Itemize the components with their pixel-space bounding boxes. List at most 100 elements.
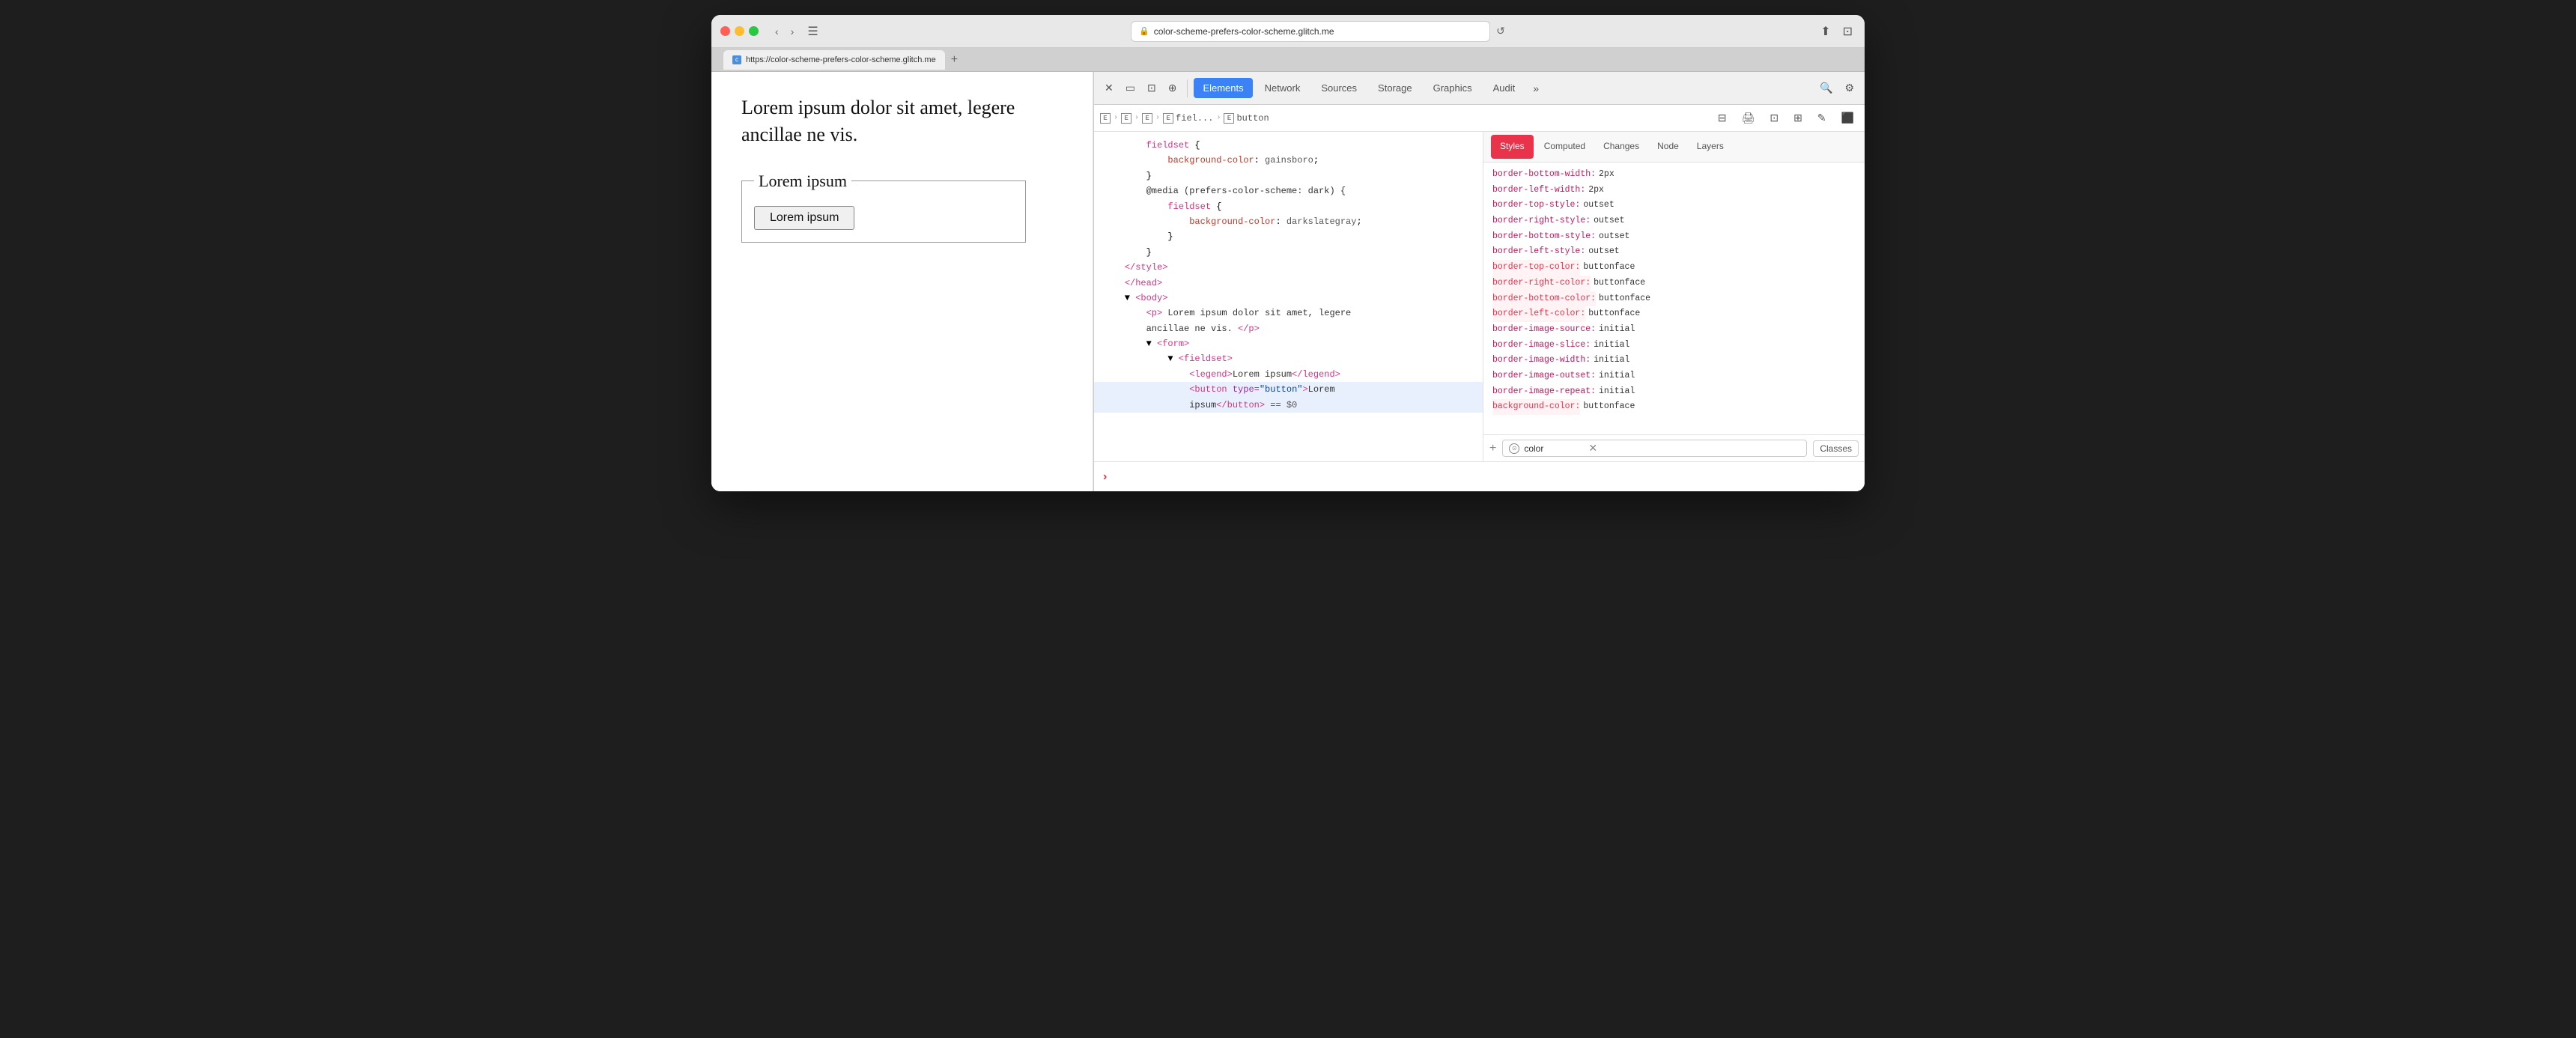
tab-storage[interactable]: Storage — [1369, 78, 1421, 98]
prop-name-highlighted: border-bottom-color: — [1492, 291, 1596, 307]
breadcrumb-label-button: button — [1236, 113, 1269, 124]
styles-tab-styles[interactable]: Styles — [1491, 135, 1534, 159]
prop-name: border-image-slice: — [1492, 338, 1591, 353]
html-line: <legend>Lorem ipsum</legend> — [1094, 367, 1483, 382]
page-button[interactable]: Lorem ipsum — [754, 206, 854, 230]
inspect-element-button[interactable]: ⊕ — [1164, 79, 1182, 97]
prop-name: border-left-style: — [1492, 244, 1585, 260]
prop-val: buttonface — [1594, 276, 1645, 291]
audit-tab-label: Audit — [1493, 82, 1516, 94]
browser-window: ‹ › ☰ 🔒 color-scheme-prefers-color-schem… — [711, 15, 1865, 491]
devtools-main-panel: fieldset { background-color: gainsboro; … — [1094, 132, 1865, 461]
html-line: } — [1094, 245, 1483, 260]
settings-button[interactable]: ⚙ — [1840, 79, 1859, 97]
tab-audit[interactable]: Audit — [1484, 78, 1525, 98]
url-bar-container: 🔒 color-scheme-prefers-color-scheme.glit… — [824, 21, 1812, 42]
style-prop: border-image-slice: initial — [1492, 338, 1856, 353]
close-button[interactable] — [720, 26, 730, 36]
styles-panel: Styles Computed Changes Node Layers bord… — [1483, 132, 1865, 461]
search-button[interactable]: 🔍 — [1815, 79, 1837, 97]
tab-graphics[interactable]: Graphics — [1424, 78, 1481, 98]
styles-tab-layers[interactable]: Layers — [1688, 132, 1733, 162]
back-button[interactable]: ‹ — [771, 24, 783, 39]
prop-name: border-image-width: — [1492, 353, 1591, 368]
graphics-tab-label: Graphics — [1433, 82, 1472, 94]
breadcrumb-box-fiel: E — [1163, 113, 1173, 124]
breadcrumb-item-fiel[interactable]: E fiel... — [1163, 113, 1213, 124]
url-bar[interactable]: 🔒 color-scheme-prefers-color-scheme.glit… — [1131, 21, 1490, 42]
breadcrumb-chevron-1: › — [1114, 114, 1118, 122]
breadcrumb-item-2[interactable]: E — [1121, 113, 1131, 124]
tab-network[interactable]: Network — [1256, 78, 1310, 98]
prop-name-highlighted: background-color: — [1492, 399, 1580, 415]
devtools-toolbar: ✕ ▭ ⊡ ⊕ Elements Network Sources Storage — [1094, 72, 1865, 105]
prop-val: initial — [1599, 368, 1635, 384]
box-model-button[interactable]: ⊡ — [1765, 109, 1783, 127]
minimize-button[interactable] — [735, 26, 744, 36]
filter-clear-button[interactable]: ✕ — [1588, 442, 1597, 455]
add-style-button[interactable]: + — [1489, 442, 1496, 455]
tab-sources[interactable]: Sources — [1312, 78, 1366, 98]
styles-content[interactable]: border-bottom-width: 2px border-left-wid… — [1483, 163, 1865, 434]
split-view-button[interactable]: ⊞ — [1789, 109, 1807, 127]
style-prop: border-image-width: initial — [1492, 353, 1856, 368]
add-tab-button[interactable]: + — [951, 53, 958, 67]
styles-tab-changes[interactable]: Changes — [1594, 132, 1648, 162]
reload-button[interactable]: ↺ — [1496, 25, 1505, 37]
forward-button[interactable]: › — [786, 24, 799, 39]
devtools-panel: ✕ ▭ ⊡ ⊕ Elements Network Sources Storage — [1093, 72, 1865, 491]
page-paragraph: Lorem ipsum dolor sit amet, legere ancil… — [741, 94, 1063, 149]
prop-val: outset — [1599, 229, 1629, 245]
maximize-button[interactable] — [749, 26, 759, 36]
lock-icon: 🔒 — [1139, 26, 1149, 36]
storage-tab-label: Storage — [1378, 82, 1412, 94]
toolbar-separator — [1187, 79, 1188, 97]
close-devtools-button[interactable]: ✕ — [1100, 79, 1118, 97]
dock-button[interactable]: ▭ — [1121, 79, 1140, 97]
html-line-selected[interactable]: <button type="button">Lorem — [1094, 382, 1483, 397]
prop-name-highlighted: border-left-color: — [1492, 306, 1585, 322]
console-input[interactable] — [1113, 471, 1856, 482]
html-line: fieldset { — [1094, 199, 1483, 214]
sources-tab-label: Sources — [1321, 82, 1357, 94]
style-prop-border-left-color: border-left-color: buttonface — [1492, 306, 1856, 322]
new-tab-button[interactable]: ⊡ — [1840, 22, 1856, 40]
sidebar-toggle-button[interactable]: ☰ — [807, 24, 818, 39]
html-line: background-color: gainsboro; — [1094, 153, 1483, 168]
share-button[interactable]: ⬆ — [1817, 22, 1833, 40]
breadcrumb-chevron-2: › — [1134, 114, 1139, 122]
breadcrumb-item-button[interactable]: E button — [1224, 113, 1269, 124]
prop-val: outset — [1594, 213, 1624, 229]
breadcrumb-box-2: E — [1121, 113, 1131, 124]
html-panel[interactable]: fieldset { background-color: gainsboro; … — [1094, 132, 1483, 461]
style-prop-border-bottom-color: border-bottom-color: buttonface — [1492, 291, 1856, 307]
tab-elements[interactable]: Elements — [1194, 78, 1252, 98]
grid-layout-button[interactable]: ⊟ — [1713, 109, 1731, 127]
classes-button[interactable]: Classes — [1813, 440, 1859, 457]
filter-input[interactable] — [1524, 443, 1584, 454]
print-button[interactable]: 🖨 — [1737, 109, 1760, 127]
more-tabs-button[interactable]: » — [1527, 79, 1545, 97]
styles-tabs: Styles Computed Changes Node Layers — [1483, 132, 1865, 163]
styles-tab-node[interactable]: Node — [1648, 132, 1688, 162]
style-prop: border-bottom-style: outset — [1492, 229, 1856, 245]
active-tab[interactable]: c https://color-scheme-prefers-color-sch… — [723, 50, 945, 70]
styles-tab-computed[interactable]: Computed — [1535, 132, 1594, 162]
edit-button[interactable]: ✎ — [1813, 109, 1831, 127]
style-prop: border-image-source: initial — [1492, 322, 1856, 338]
breadcrumb-item-3[interactable]: E — [1142, 113, 1152, 124]
html-line: ▼ <form> — [1094, 336, 1483, 351]
breadcrumb-item-1[interactable]: E — [1100, 113, 1111, 124]
style-prop: border-left-width: 2px — [1492, 183, 1856, 198]
page-fieldset: Lorem ipsum Lorem ipsum — [741, 172, 1026, 243]
html-line: background-color: darkslategray; — [1094, 214, 1483, 229]
html-line-selected-2[interactable]: ipsum</button> == $0 — [1094, 398, 1483, 413]
html-line: ▼ <body> — [1094, 291, 1483, 306]
color-picker-button[interactable]: ⬛ — [1837, 109, 1859, 127]
html-line: </head> — [1094, 276, 1483, 291]
prop-val: buttonface — [1588, 306, 1640, 322]
html-line: } — [1094, 169, 1483, 183]
undock-button[interactable]: ⊡ — [1143, 79, 1161, 97]
page-legend: Lorem ipsum — [754, 172, 851, 191]
prop-name: border-image-source: — [1492, 322, 1596, 338]
